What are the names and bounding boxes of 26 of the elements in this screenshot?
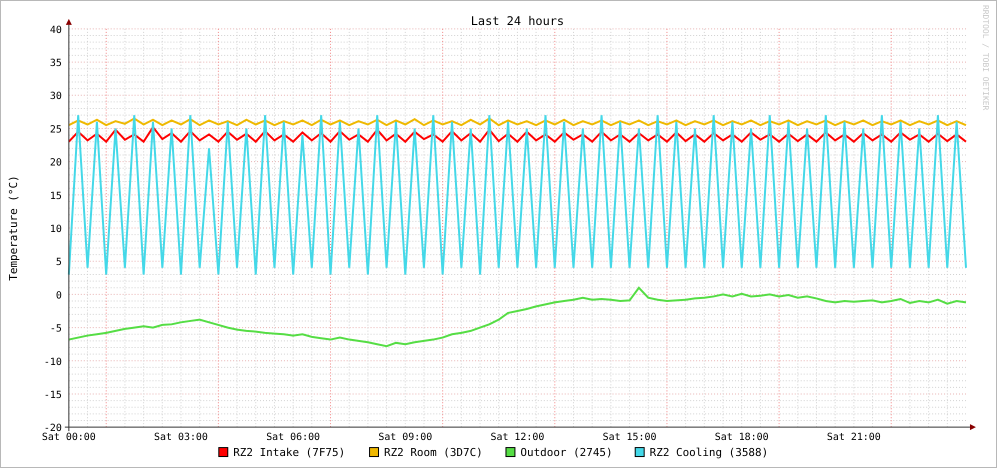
y-tick-label: 15 [50,190,62,202]
y-tick-label: -5 [50,324,62,335]
y-tick-label: 35 [50,58,62,70]
chart-title: Last 24 hours [470,14,564,28]
y-tick-label: 10 [50,224,62,235]
legend-label: RZ2 Intake (7F75) [233,446,346,460]
y-tick-label: 20 [50,158,62,169]
y-tick-label: 5 [56,257,62,268]
x-tick-label: Sat 00:00 [42,432,96,444]
y-tick-label: 40 [50,24,62,36]
y-tick-label: -10 [44,356,62,368]
legend-label: RZ2 Room (3D7C) [384,446,483,460]
x-tick-label: Sat 09:00 [378,432,432,444]
x-tick-label: Sat 18:00 [714,432,769,444]
y-axis-label: Temperature (°C) [7,175,20,281]
legend-label: Outdoor (2745) [520,446,613,460]
legend-label: RZ2 Cooling (3588) [650,446,768,460]
x-tick-label: Sat 06:00 [266,432,320,444]
y-tick-label: 30 [50,91,62,102]
y-tick-label: -15 [44,390,62,401]
x-tick-label: Sat 21:00 [826,432,881,444]
x-tick-label: Sat 03:00 [154,432,208,444]
y-tick-label: 0 [56,290,62,302]
x-tick-label: Sat 12:00 [490,432,544,444]
y-tick-label: 25 [50,124,62,136]
x-tick-label: Sat 15:00 [602,432,656,444]
